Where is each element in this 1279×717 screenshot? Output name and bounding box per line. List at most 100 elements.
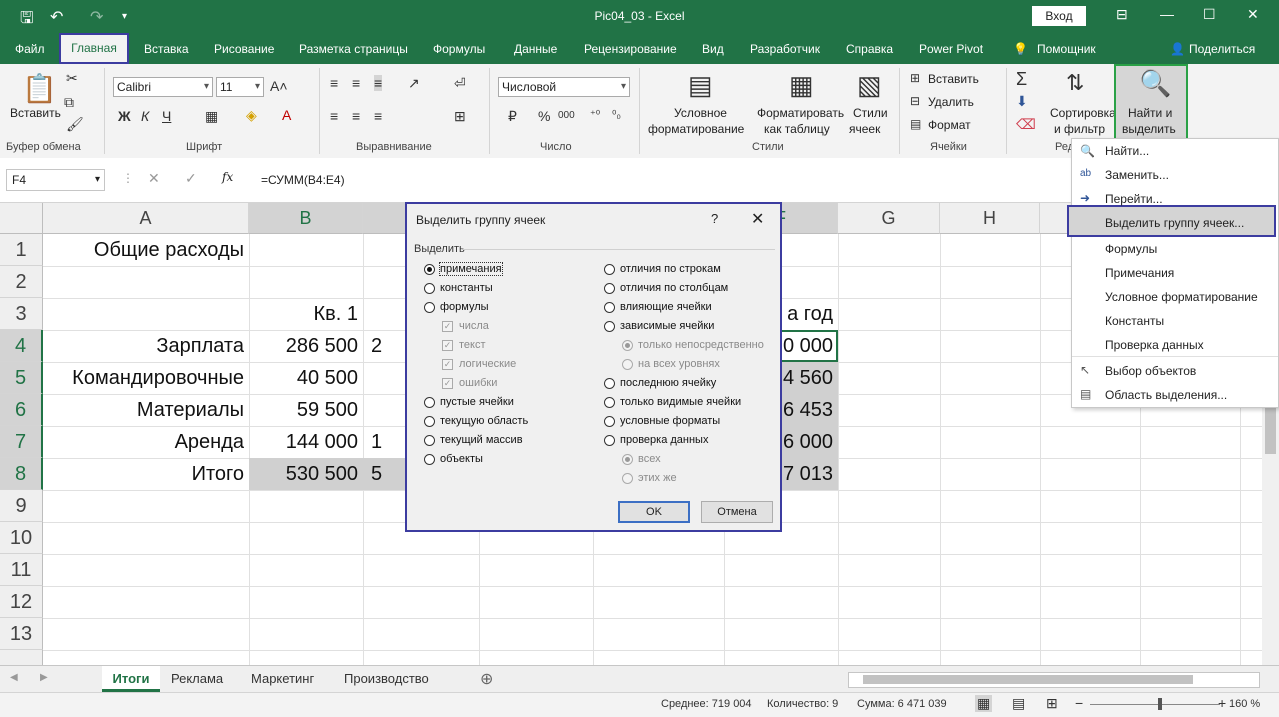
- cell-b8[interactable]: 530 500: [249, 458, 363, 490]
- option-last-cell[interactable]: последнюю ячейку: [604, 377, 716, 389]
- zoom-slider-thumb[interactable]: [1158, 698, 1162, 710]
- cell-a4[interactable]: Зарплата: [43, 330, 249, 362]
- option-current-array[interactable]: текущий массив: [424, 434, 523, 446]
- name-box[interactable]: F4 ▾: [6, 169, 105, 191]
- paste-icon[interactable]: 📋: [22, 72, 57, 105]
- currency-icon[interactable]: ₽: [508, 108, 517, 125]
- option-logicals[interactable]: ✓ логические: [442, 358, 516, 370]
- tab-data[interactable]: Данные: [514, 42, 557, 56]
- find-select-button[interactable]: 🔍 Найти и выделить: [1114, 64, 1188, 140]
- sheet-tab-reklama[interactable]: Реклама: [163, 666, 231, 692]
- add-sheet-icon[interactable]: ⊕: [480, 669, 493, 689]
- row-header-13[interactable]: 13: [0, 618, 43, 650]
- option-data-validation[interactable]: проверка данных: [604, 434, 708, 446]
- menu-item-formulas[interactable]: Формулы: [1105, 242, 1157, 256]
- page-layout-view-icon[interactable]: ▤: [1012, 695, 1025, 712]
- option-objects[interactable]: объекты: [424, 453, 483, 465]
- formula-input[interactable]: =СУММ(B4:E4): [261, 173, 345, 187]
- column-header-a[interactable]: A: [43, 203, 249, 234]
- option-blanks[interactable]: пустые ячейки: [424, 396, 514, 408]
- cancel-icon[interactable]: ✕: [148, 170, 160, 187]
- tab-page-layout[interactable]: Разметка страницы: [299, 42, 408, 56]
- menu-item-goto[interactable]: Перейти...: [1105, 192, 1163, 206]
- cell-b7[interactable]: 144 000: [249, 426, 363, 458]
- row-header-6[interactable]: 6: [0, 394, 43, 426]
- menu-item-selection-pane[interactable]: Область выделения...: [1105, 388, 1227, 402]
- ribbon-display-icon[interactable]: ⊟: [1116, 6, 1128, 23]
- option-precedents[interactable]: влияющие ячейки: [604, 301, 712, 313]
- format-table-label-1[interactable]: Форматировать: [757, 106, 844, 120]
- underline-button[interactable]: Ч: [162, 108, 171, 124]
- fill-icon[interactable]: ⬇: [1016, 93, 1028, 110]
- cell-b3[interactable]: Кв. 1: [249, 298, 363, 330]
- option-comments[interactable]: примечания: [424, 262, 503, 276]
- fill-color-icon[interactable]: ◈: [246, 107, 257, 124]
- scroll-left-icon[interactable]: ◀: [10, 672, 18, 683]
- row-header-2[interactable]: 2: [0, 266, 43, 298]
- number-format-combo[interactable]: Числовой ▾: [498, 77, 630, 97]
- tab-home[interactable]: Главная: [59, 33, 129, 64]
- menu-item-conditional-formatting[interactable]: Условное форматирование: [1105, 290, 1258, 304]
- enter-icon[interactable]: ✓: [185, 170, 197, 187]
- option-dependents[interactable]: зависимые ячейки: [604, 320, 714, 332]
- cell-b6[interactable]: 59 500: [249, 394, 363, 426]
- menu-item-comments[interactable]: Примечания: [1105, 266, 1174, 280]
- insert-function-icon[interactable]: fx: [222, 170, 233, 184]
- bold-button[interactable]: Ж: [118, 108, 131, 124]
- option-constants[interactable]: константы: [424, 282, 493, 294]
- insert-cells-button[interactable]: Вставить: [928, 72, 979, 86]
- conditional-formatting-icon[interactable]: ▤: [688, 70, 713, 101]
- menu-item-goto-special[interactable]: Выделить группу ячеек...: [1105, 216, 1244, 230]
- format-table-label-2[interactable]: как таблицу: [764, 122, 830, 136]
- ok-button[interactable]: OK: [618, 501, 690, 523]
- tab-draw[interactable]: Рисование: [214, 42, 274, 56]
- increase-decimal-icon[interactable]: ⁺⁰: [590, 108, 600, 121]
- orientation-icon[interactable]: ↗: [408, 75, 420, 92]
- percent-icon[interactable]: %: [538, 108, 550, 124]
- thousands-icon[interactable]: 000: [558, 110, 575, 121]
- format-as-table-icon[interactable]: ▦: [789, 70, 814, 101]
- minimize-icon[interactable]: —: [1160, 6, 1174, 22]
- menu-item-select-objects[interactable]: Выбор объектов: [1105, 364, 1196, 378]
- cell-b4[interactable]: 286 500: [249, 330, 363, 362]
- option-errors[interactable]: ✓ ошибки: [442, 377, 497, 389]
- menu-item-constants[interactable]: Константы: [1105, 314, 1164, 328]
- sheet-tab-itogi[interactable]: Итоги: [102, 666, 160, 692]
- zoom-in-icon[interactable]: +: [1218, 695, 1226, 711]
- align-bottom-icon[interactable]: ≡: [374, 75, 383, 91]
- decrease-decimal-icon[interactable]: ⁰₀: [612, 108, 621, 121]
- row-header-3[interactable]: 3: [0, 298, 43, 330]
- cell-b5[interactable]: 40 500: [249, 362, 363, 394]
- clear-icon[interactable]: ⌫: [1016, 116, 1036, 133]
- tab-insert[interactable]: Вставка: [144, 42, 189, 56]
- row-header-11[interactable]: 11: [0, 554, 43, 586]
- column-header-g[interactable]: G: [838, 203, 940, 234]
- cell-a8[interactable]: Итого: [43, 458, 249, 490]
- cond-format-label-1[interactable]: Условное: [674, 106, 727, 120]
- row-header-9[interactable]: 9: [0, 490, 43, 522]
- option-formulas[interactable]: формулы: [424, 301, 489, 313]
- cell-a6[interactable]: Материалы: [43, 394, 249, 426]
- maximize-icon[interactable]: ☐: [1203, 6, 1216, 23]
- autosum-icon[interactable]: Σ: [1016, 69, 1027, 90]
- horizontal-scrollbar[interactable]: [848, 672, 1260, 688]
- tab-formulas[interactable]: Формулы: [433, 42, 485, 56]
- row-header-10[interactable]: 10: [0, 522, 43, 554]
- sort-filter-icon[interactable]: ⇅: [1066, 70, 1084, 96]
- sheet-tab-proizvodstvo[interactable]: Производство: [336, 666, 437, 692]
- cell-a5[interactable]: Командировочные: [43, 362, 249, 394]
- align-right-icon[interactable]: ≡: [374, 108, 382, 124]
- page-break-view-icon[interactable]: ⊞: [1046, 695, 1058, 712]
- menu-item-find[interactable]: Найти...: [1105, 144, 1149, 158]
- tab-power-pivot[interactable]: Power Pivot: [919, 42, 983, 56]
- font-name-combo[interactable]: Calibri ▾: [113, 77, 213, 97]
- tab-developer[interactable]: Разработчик: [750, 42, 820, 56]
- cancel-button[interactable]: Отмена: [701, 501, 773, 523]
- insert-cells-icon[interactable]: ⊞: [910, 71, 920, 85]
- option-all-levels[interactable]: на всех уровнях: [622, 358, 720, 370]
- merge-center-icon[interactable]: ⊞: [454, 108, 466, 125]
- close-window-icon[interactable]: ✕: [1247, 6, 1259, 23]
- cell-styles-label-2[interactable]: ячеек: [849, 122, 880, 136]
- column-header-h[interactable]: H: [940, 203, 1040, 234]
- sort-label-1[interactable]: Сортировка: [1050, 106, 1116, 120]
